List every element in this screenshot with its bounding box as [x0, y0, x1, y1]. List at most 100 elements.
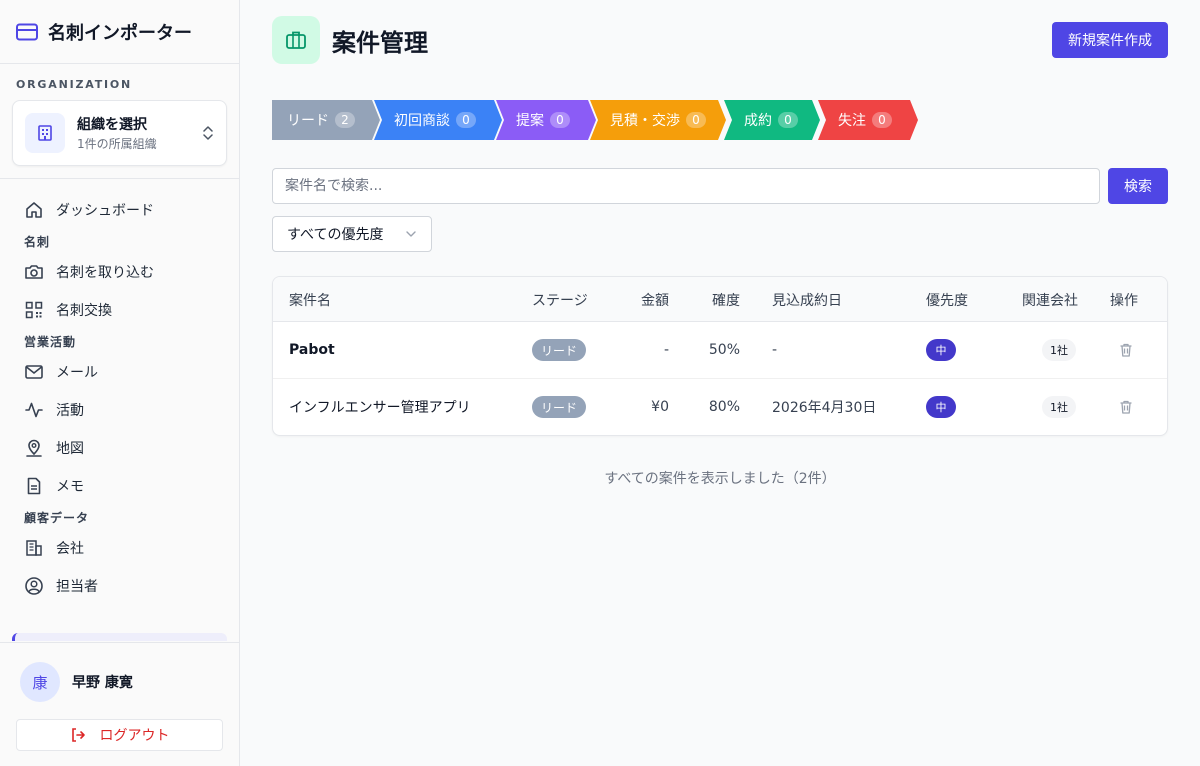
pipeline-stage-label: 提案 [516, 113, 544, 129]
pipeline-stage-label: 初回商談 [394, 113, 450, 129]
priority-badge: 中 [926, 396, 956, 418]
companies-badge: 1社 [1042, 396, 1076, 418]
deal-close-date: 2026年4月30日 [772, 400, 877, 416]
building-icon [25, 113, 65, 153]
home-icon [26, 202, 42, 218]
table-row[interactable]: Pabot リード - 50% - 中 1社 [273, 322, 1167, 379]
pipeline-stage-label: リード [287, 113, 329, 129]
pipeline-stage[interactable]: 初回商談 0 [374, 100, 502, 140]
organization-section: ORGANIZATION 組織を選択 1件の所属組織 [0, 64, 239, 179]
page-title: 案件管理 [332, 28, 428, 57]
user-name: 早野 康寛 [72, 675, 133, 691]
priority-badge: 中 [926, 339, 956, 361]
search-input[interactable] [272, 168, 1100, 204]
brand[interactable]: 名刺インポーター [0, 0, 239, 64]
chevron-up-down-icon [203, 126, 213, 140]
sidebar: 名刺インポーター ORGANIZATION 組織を選択 1件の所属組織 ダッシュ… [0, 0, 240, 766]
user-profile[interactable]: 康 早野 康寛 [16, 643, 223, 721]
organization-selector-subtitle: 1件の所属組織 [77, 137, 157, 151]
priority-filter-select[interactable]: すべての優先度 [272, 216, 432, 252]
pipeline-stage-count: 0 [778, 112, 798, 128]
stage-badge: リード [532, 339, 587, 361]
sidebar-item-dashboard[interactable]: ダッシュボード [12, 191, 227, 229]
sidebar-item-label: 担当者 [56, 579, 98, 595]
deal-probability: 50% [708, 342, 740, 358]
deal-amount: ¥0 [651, 399, 669, 415]
sidebar-item-label: 名刺を取り込む [56, 265, 154, 281]
app-title: 名刺インポーター [48, 22, 192, 44]
mail-icon [25, 365, 43, 379]
deal-amount: - [663, 342, 669, 358]
pipeline-stage[interactable]: リード 2 [272, 100, 380, 140]
sidebar-item-label: 活動 [56, 403, 84, 419]
nav-group-customer: 顧客データ [24, 511, 90, 525]
pipeline-stage[interactable]: 成約 0 [724, 100, 820, 140]
pipeline-stage-count: 0 [550, 112, 570, 128]
new-deal-button[interactable]: 新規案件作成 [1052, 22, 1168, 58]
sidebar-item-active[interactable] [12, 633, 227, 641]
document-icon [27, 477, 41, 495]
pipeline-stage-count: 0 [872, 112, 892, 128]
avatar: 康 [20, 662, 60, 702]
organization-selector[interactable]: 組織を選択 1件の所属組織 [12, 100, 227, 166]
column-header-probability[interactable]: 確度 [683, 277, 740, 322]
logout-icon [71, 728, 85, 742]
sidebar-item-label: 名刺交換 [56, 303, 112, 319]
logout-button[interactable]: ログアウト [16, 719, 223, 751]
organization-selector-title: 組織を選択 [77, 117, 147, 133]
pipeline-stage-count: 0 [456, 112, 476, 128]
sidebar-item-label: 会社 [56, 541, 84, 557]
trash-icon[interactable] [1118, 342, 1134, 358]
sidebar-item-contact[interactable]: 担当者 [12, 567, 227, 605]
column-header-name[interactable]: 案件名 [289, 277, 331, 322]
deal-probability: 80% [708, 399, 740, 415]
table-header: 案件名 ステージ 金額 確度 見込成約日 優先度 関連会社 操作 [273, 277, 1167, 322]
sidebar-item-activity[interactable]: 活動 [12, 391, 227, 429]
pipeline-stage[interactable]: 提案 0 [496, 100, 596, 140]
sidebar-footer: 康 早野 康寛 ログアウト [0, 642, 239, 766]
sidebar-item-map[interactable]: 地図 [12, 429, 227, 467]
table-row[interactable]: インフルエンサー管理アプリ リード ¥0 80% 2026年4月30日 中 1社 [273, 379, 1167, 435]
sidebar-item-label: メモ [56, 479, 84, 495]
pipeline-stage[interactable]: 失注 0 [818, 100, 918, 140]
sidebar-item-memo[interactable]: メモ [12, 467, 227, 505]
organization-label: ORGANIZATION [16, 78, 133, 91]
column-header-companies: 関連会社 [1022, 292, 1078, 309]
sidebar-item-import[interactable]: 名刺を取り込む [12, 253, 227, 291]
deal-name[interactable]: インフルエンサー管理アプリ [289, 379, 471, 435]
column-header-close-date[interactable]: 見込成約日 [772, 277, 842, 322]
column-header-amount[interactable]: 金額 [613, 277, 669, 322]
pipeline-stage[interactable]: 見積・交渉 0 [590, 100, 726, 140]
sidebar-item-label: ダッシュボード [56, 203, 154, 219]
page-header: 案件管理 [272, 16, 428, 64]
sidebar-item-mail[interactable]: メール [12, 353, 227, 391]
trash-icon[interactable] [1118, 399, 1134, 415]
list-footer-note: すべての案件を表示しました（2件） [604, 471, 836, 487]
sidebar-nav: ダッシュボード 名刺 名刺を取り込む 名刺交換 営業活動 メール 活動 地図 メ… [0, 179, 239, 641]
activity-icon [25, 402, 43, 418]
main-content: 案件管理 新規案件作成 リード2初回商談0提案0見積・交渉0成約0失注0 検索 … [240, 0, 1200, 766]
building-icon [26, 540, 42, 556]
companies-badge: 1社 [1042, 339, 1076, 361]
deals-table: 案件名 ステージ 金額 確度 見込成約日 優先度 関連会社 操作 Pabot リ… [272, 276, 1168, 436]
search-row: 検索 [272, 168, 1168, 204]
user-circle-icon [25, 577, 43, 595]
deal-name[interactable]: Pabot [289, 322, 335, 378]
sidebar-item-exchange[interactable]: 名刺交換 [12, 291, 227, 329]
stage-badge: リード [532, 396, 587, 418]
column-header-actions: 操作 [1110, 292, 1138, 309]
briefcase-icon [272, 16, 320, 64]
search-button[interactable]: 検索 [1108, 168, 1168, 204]
pipeline-stage-label: 見積・交渉 [610, 113, 680, 129]
pipeline-stage-label: 成約 [744, 113, 772, 129]
column-header-stage[interactable]: ステージ [532, 277, 588, 322]
deal-close-date: - [772, 342, 778, 358]
nav-group-meishi: 名刺 [24, 235, 51, 249]
priority-filter-value: すべての優先度 [287, 227, 384, 243]
pipeline-stage-count: 0 [686, 112, 706, 128]
sidebar-item-company[interactable]: 会社 [12, 529, 227, 567]
pipeline-stage-label: 失注 [838, 113, 866, 129]
column-header-priority[interactable]: 優先度 [926, 277, 968, 322]
camera-icon [25, 265, 43, 279]
nav-group-sales: 営業活動 [24, 335, 77, 349]
